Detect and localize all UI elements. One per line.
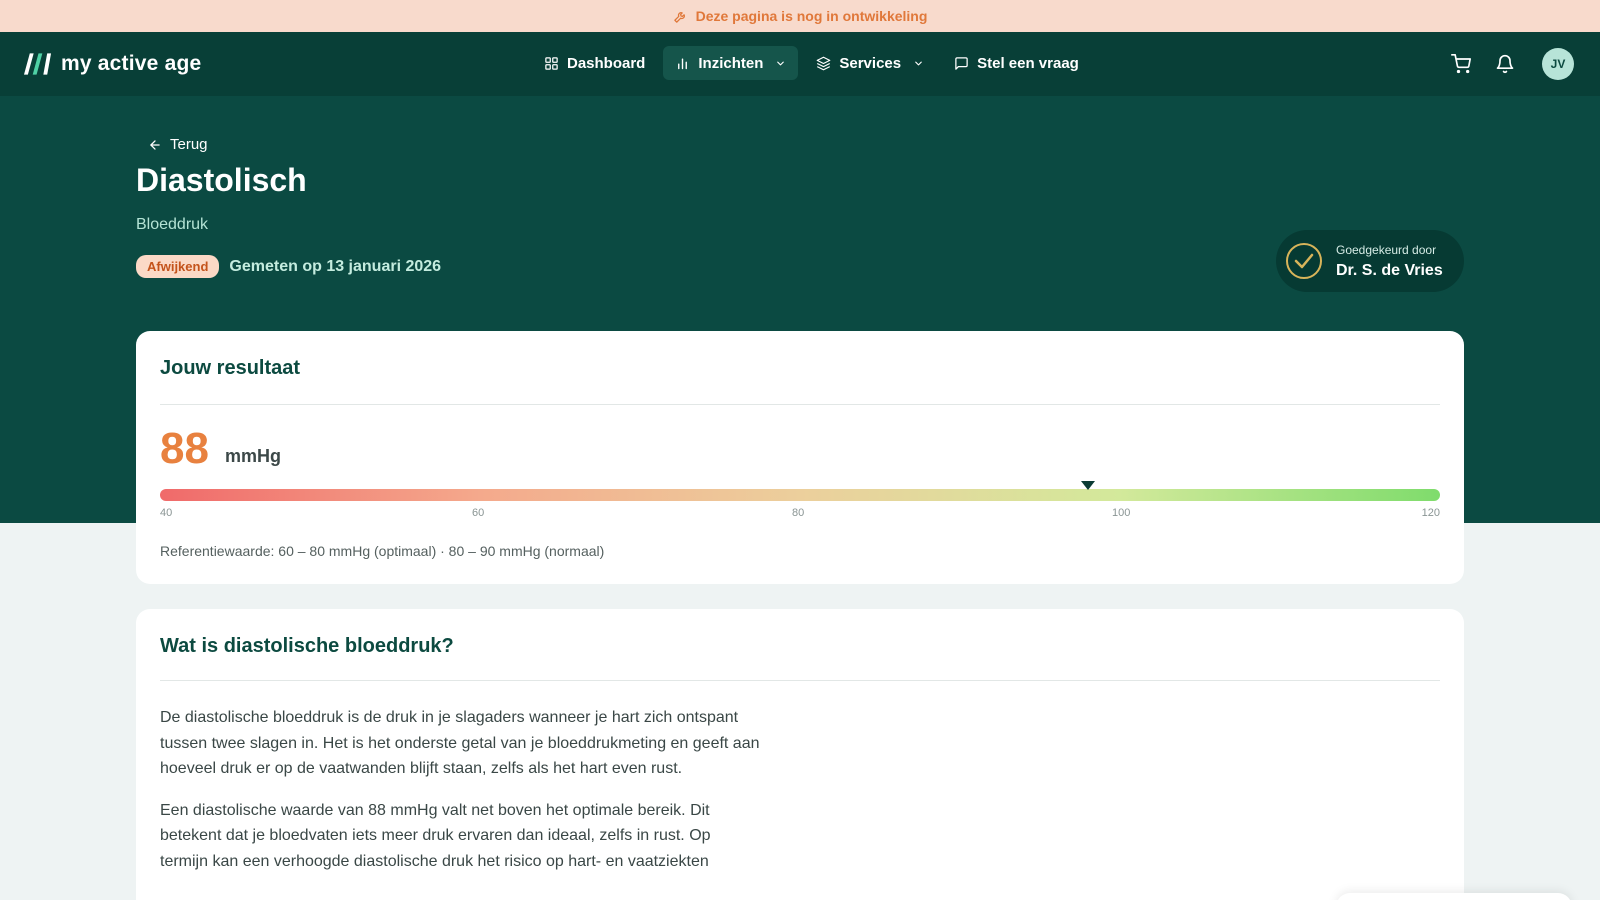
gauge-tick-label: 120 — [1421, 507, 1440, 519]
approval-doctor: Dr. S. de Vries — [1336, 261, 1443, 279]
result-card-title: Jouw resultaat — [160, 357, 301, 379]
info-paragraph: Een diastolische waarde van 88 mmHg valt… — [160, 801, 711, 870]
back-link[interactable]: Terug — [148, 136, 208, 153]
nav-services-label: Services — [839, 54, 902, 72]
gauge-tick-label: 80 — [792, 507, 805, 519]
nav-services[interactable]: Services — [804, 46, 936, 80]
chevron-down-icon — [777, 61, 785, 65]
info-card: Wat is diastolische bloeddruk? De diasto… — [136, 609, 1464, 900]
chat-icon — [955, 56, 968, 70]
nav-actions: JV — [1448, 32, 1574, 96]
info-paragraph: De diastolische bloeddruk is de druk in … — [160, 709, 760, 777]
top-navigation: my active age Dashboard Inzichten Servic… — [0, 32, 1600, 96]
page-title: Diastolisch — [136, 162, 307, 198]
result-card: Jouw resultaat 88 mmHg 40 60 80 100 120 Refe… — [136, 331, 1464, 584]
gauge-tick-label: 100 — [1112, 507, 1131, 519]
info-body: De diastolische bloeddruk is de druk in … — [160, 705, 760, 890]
wrench-icon — [673, 11, 685, 23]
nav-dashboard-label: Dashboard — [567, 54, 646, 72]
cart-button[interactable] — [1448, 51, 1474, 77]
bell-icon — [1496, 54, 1514, 74]
result-unit: mmHg — [225, 446, 282, 466]
notifications-button[interactable] — [1492, 51, 1518, 77]
arrow-left-icon — [150, 139, 160, 150]
back-link-label: Terug — [170, 136, 208, 153]
user-avatar[interactable]: JV — [1542, 48, 1574, 80]
gauge-marker — [1081, 481, 1095, 490]
grid-icon — [545, 56, 558, 70]
brand-name: my active age — [61, 52, 202, 75]
category-label: Bloeddruk — [136, 216, 209, 233]
floating-widget[interactable] — [1336, 893, 1572, 900]
approval-label: Goedgekeurd door — [1336, 242, 1437, 257]
dev-banner-text: Deze pagina is nog in ontwikkeling — [695, 8, 928, 24]
logo-mark-icon — [24, 53, 52, 75]
dev-banner: Deze pagina is nog in ontwikkeling — [0, 0, 1600, 32]
gauge-bar — [160, 489, 1440, 501]
result-value: 88 — [160, 424, 209, 473]
brand-logo[interactable]: my active age — [24, 32, 201, 96]
info-card-title: Wat is diastolische bloeddruk? — [160, 635, 454, 657]
approval-badge: Goedgekeurd door Dr. S. de Vries — [1276, 230, 1464, 292]
divider — [160, 680, 1440, 681]
status-row: Afwijkend Gemeten op 13 januari 2026 — [136, 255, 441, 278]
nav-stel-een-vraag[interactable]: Stel een vraag — [942, 46, 1091, 80]
divider — [160, 404, 1440, 405]
measured-date: Gemeten op 13 januari 2026 — [229, 257, 442, 275]
cart-icon — [1451, 54, 1471, 74]
nav-dashboard[interactable]: Dashboard — [532, 46, 657, 80]
main-nav: Dashboard Inzichten Services Stel een vr… — [532, 46, 1091, 80]
range-gauge: 40 60 80 100 120 — [160, 481, 1440, 529]
nav-inzichten[interactable]: Inzichten — [663, 46, 799, 80]
nav-stel-een-vraag-label: Stel een vraag — [977, 54, 1079, 72]
chevron-down-icon — [915, 61, 922, 65]
nav-inzichten-label: Inzichten — [698, 54, 764, 72]
reference-text: Referentiewaarde: 60 – 80 mmHg (optimaal… — [160, 543, 605, 559]
gauge-tick-label: 60 — [472, 507, 485, 519]
bar-chart-icon — [678, 57, 688, 69]
gauge-tick-label: 40 — [160, 507, 173, 519]
layers-icon — [817, 56, 831, 70]
status-badge: Afwijkend — [136, 255, 220, 278]
check-circle-icon — [1286, 243, 1322, 279]
